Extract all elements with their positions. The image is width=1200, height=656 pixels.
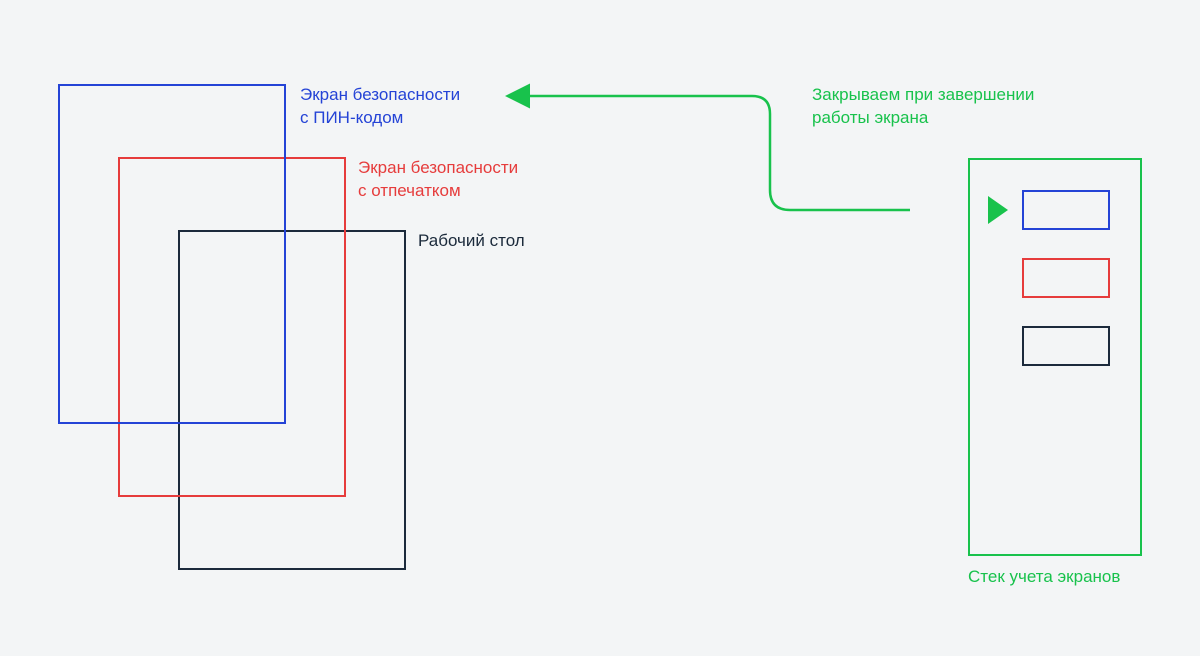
stack-item-fingerprint [1022, 258, 1110, 298]
diagram-canvas: Экран безопасности с ПИН-кодом Экран без… [0, 0, 1200, 656]
stack-item-pin [1022, 190, 1110, 230]
stack-item-desktop [1022, 326, 1110, 366]
stack-pointer-icon [988, 196, 1008, 224]
label-stack-caption: Стек учета экранов [968, 566, 1120, 589]
